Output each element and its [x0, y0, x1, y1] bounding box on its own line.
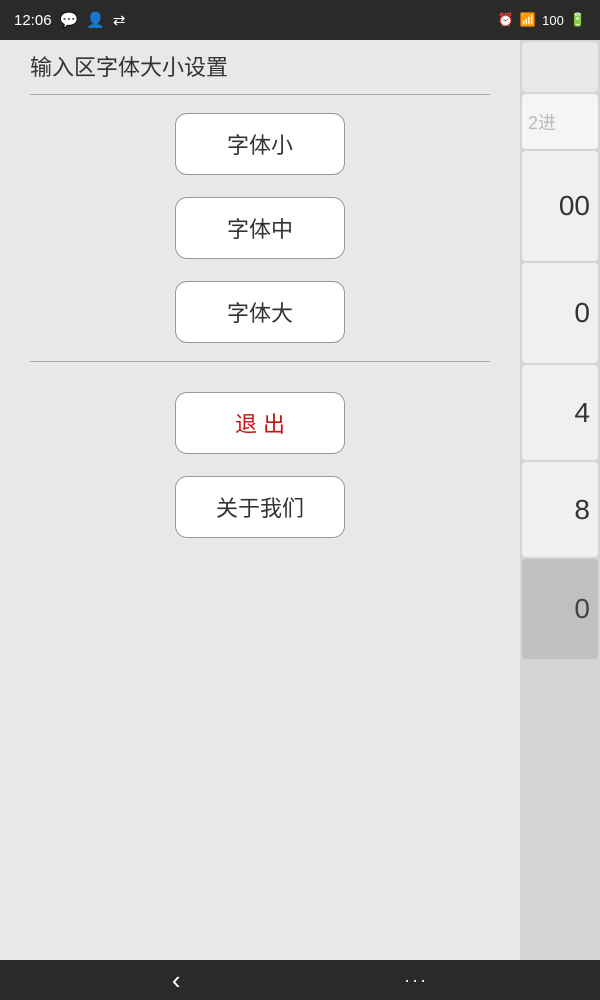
- battery-label: 100: [542, 13, 564, 28]
- top-divider: [30, 94, 490, 95]
- right-value-1: 00: [522, 151, 598, 261]
- font-medium-button[interactable]: 字体中: [175, 197, 345, 259]
- user-add-icon: 👤: [86, 11, 105, 29]
- page-title: 输入区字体大小设置: [0, 50, 228, 82]
- right-value-3: 4: [522, 365, 598, 460]
- right-top-spacer: [522, 42, 598, 92]
- right-value-2: 0: [522, 263, 598, 363]
- bottom-buttons: 退 出 关于我们: [0, 392, 520, 538]
- left-panel: 输入区字体大小设置 字体小 字体中 字体大 退 出 关于我们: [0, 40, 520, 960]
- bottom-nav: ‹ ···: [0, 960, 600, 1000]
- bottom-divider: [30, 361, 490, 362]
- status-left: 12:06 💬 👤 ⇄: [14, 11, 126, 29]
- font-large-button[interactable]: 字体大: [175, 281, 345, 343]
- more-button[interactable]: ···: [404, 970, 428, 991]
- main-layout: 输入区字体大小设置 字体小 字体中 字体大 退 出 关于我们 2进 00 0 4…: [0, 40, 600, 960]
- right-input-placeholder: 2进: [528, 109, 556, 135]
- status-right: ⏰ 📶 100 🔋: [498, 12, 586, 28]
- alarm-icon: ⏰: [498, 12, 514, 28]
- battery-icon: 🔋: [570, 12, 586, 28]
- right-input-cell: 2进: [522, 94, 598, 149]
- exit-button[interactable]: 退 出: [175, 392, 345, 454]
- right-value-4: 8: [522, 462, 598, 557]
- about-button[interactable]: 关于我们: [175, 476, 345, 538]
- status-time: 12:06: [14, 12, 52, 29]
- signal-icon: 📶: [520, 12, 536, 28]
- chat-icon: 💬: [60, 11, 79, 29]
- font-size-buttons: 字体小 字体中 字体大: [0, 113, 520, 343]
- font-small-button[interactable]: 字体小: [175, 113, 345, 175]
- right-panel: 2进 00 0 4 8 0: [520, 40, 600, 960]
- right-value-5[interactable]: 0: [522, 559, 598, 659]
- usb-icon: ⇄: [113, 11, 126, 29]
- status-bar: 12:06 💬 👤 ⇄ ⏰ 📶 100 🔋: [0, 0, 600, 40]
- back-button[interactable]: ‹: [172, 965, 181, 996]
